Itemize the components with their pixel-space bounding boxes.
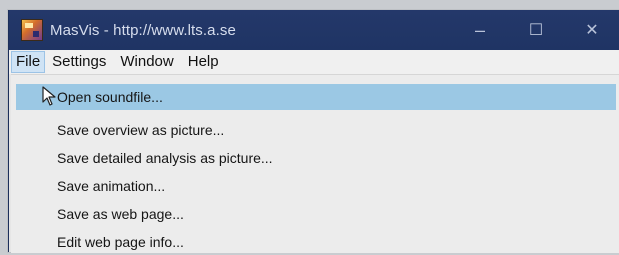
mouse-cursor-icon: [42, 86, 56, 106]
file-menu-dropdown: Open soundfile... Save overview as pictu…: [11, 74, 619, 253]
menu-item-save-web-page[interactable]: Save as web page...: [16, 201, 616, 227]
menu-item-label: Save detailed analysis as picture...: [57, 150, 273, 166]
menu-item-edit-web-page-info[interactable]: Edit web page info...: [16, 229, 616, 255]
window-title: MasVis - http://www.lts.a.se: [50, 21, 236, 39]
minimize-button[interactable]: –: [452, 10, 508, 50]
menu-item-open-soundfile[interactable]: Open soundfile...: [16, 84, 616, 110]
menu-window[interactable]: Window: [113, 51, 180, 73]
menu-item-save-detailed-analysis-picture[interactable]: Save detailed analysis as picture...: [16, 145, 616, 171]
title-bar[interactable]: MasVis - http://www.lts.a.se – ☐ ✕: [9, 10, 619, 50]
menu-item-label: Open soundfile...: [57, 89, 163, 105]
menu-item-label: Save animation...: [57, 178, 166, 194]
menu-item-label: Save overview as picture...: [57, 122, 225, 138]
app-window: MasVis - http://www.lts.a.se – ☐ ✕ File …: [8, 10, 619, 253]
window-controls: – ☐ ✕: [452, 10, 619, 50]
menu-item-label: Save as web page...: [57, 206, 184, 222]
maximize-button[interactable]: ☐: [508, 10, 564, 50]
menu-item-save-animation[interactable]: Save animation...: [16, 173, 616, 199]
menu-item-label: Edit web page info...: [57, 234, 184, 250]
menu-help[interactable]: Help: [181, 51, 226, 73]
menu-item-save-overview-picture[interactable]: Save overview as picture...: [16, 117, 616, 143]
app-icon[interactable]: [21, 19, 43, 41]
menu-file[interactable]: File: [11, 51, 46, 73]
menu-settings[interactable]: Settings: [45, 51, 113, 73]
menu-bar: File Settings Window Help: [9, 50, 619, 74]
close-button[interactable]: ✕: [564, 10, 619, 50]
